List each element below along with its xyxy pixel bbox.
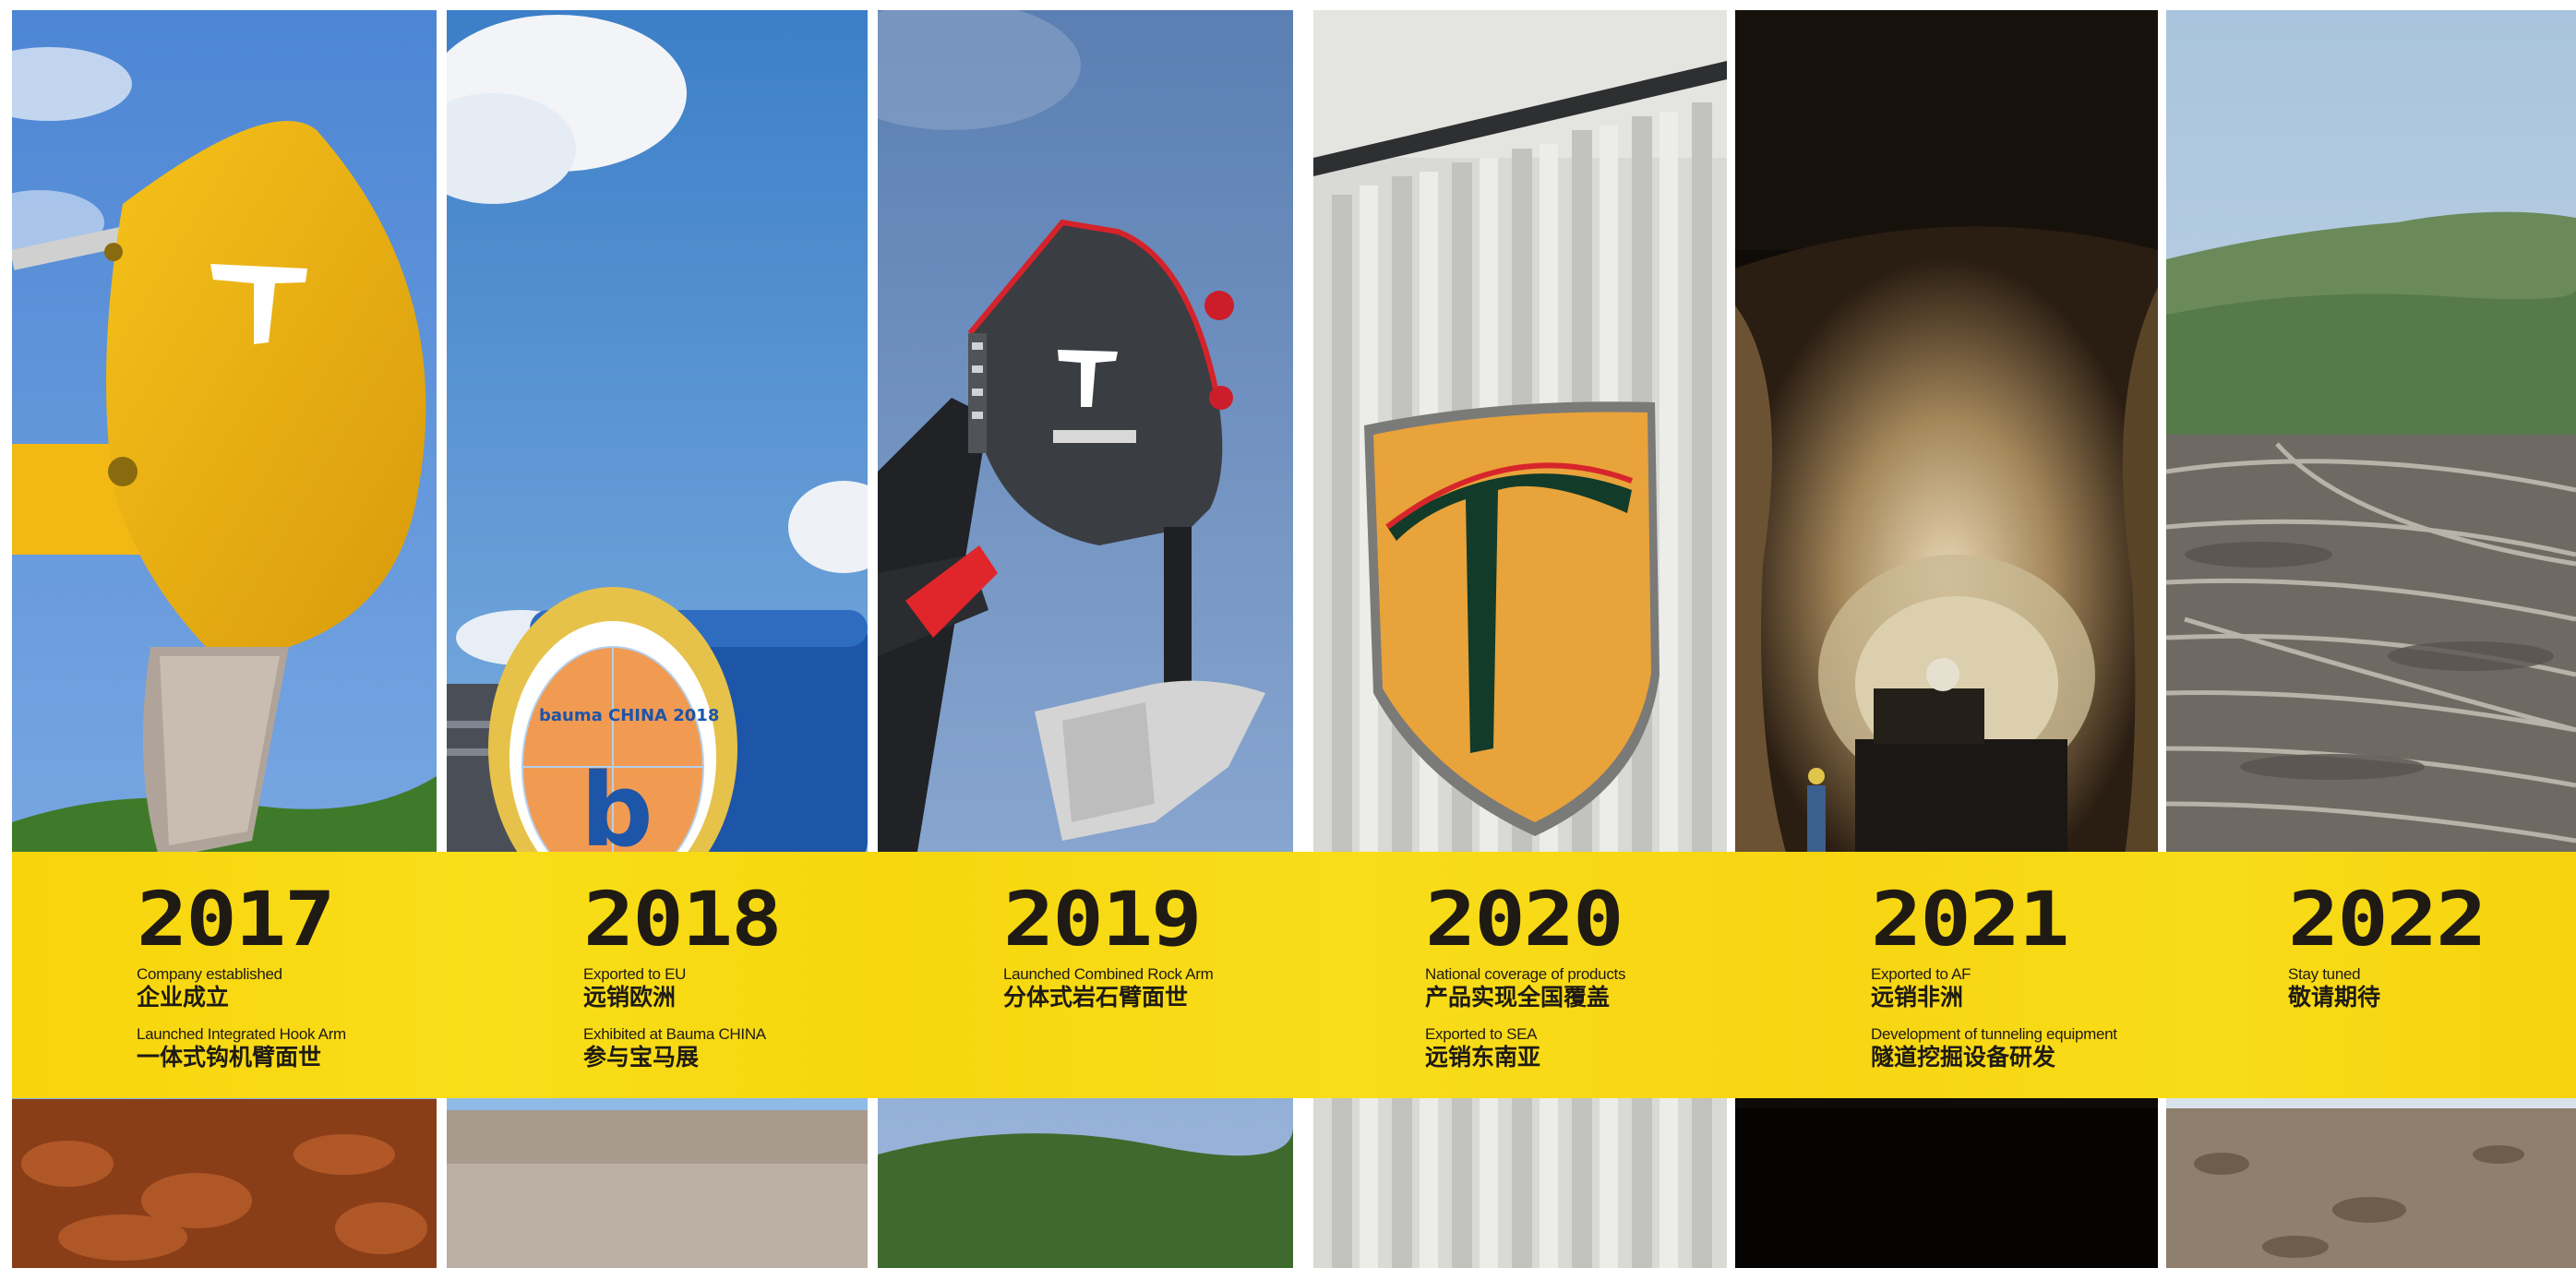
event-zh: 远销欧洲 (583, 984, 677, 1011)
event-en: Exported to EU (583, 965, 687, 983)
year-label: 2019 (1003, 875, 1203, 963)
event-en: Launched Integrated Hook Arm (137, 1025, 346, 1043)
year-label: 2018 (583, 875, 783, 963)
event-en: Exported to SEA (1425, 1025, 1538, 1043)
event-zh: 远销东南亚 (1425, 1044, 1541, 1071)
event-en: Stay tuned (2288, 965, 2361, 983)
year-label: 2022 (2288, 875, 2487, 963)
year-label: 2020 (1425, 875, 1624, 963)
event-en: Company established (137, 965, 282, 983)
event-en: Exported to AF (1871, 965, 1971, 983)
bauma-sign-text: bauma CHINA 2018 (539, 706, 719, 725)
event-zh: 敬请期待 (2288, 984, 2381, 1011)
event-en: National coverage of products (1425, 965, 1626, 983)
event-zh: 一体式钩机臂面世 (137, 1044, 322, 1071)
year-label: 2021 (1871, 875, 2070, 963)
event-zh: 产品实现全国覆盖 (1425, 984, 1611, 1011)
event-zh: 远销非洲 (1871, 984, 1964, 1011)
timeline-stage: bauma CHINA 2018 b 2017 Company establis… (0, 0, 2576, 1268)
event-zh: 参与宝马展 (583, 1044, 700, 1071)
event-zh: 分体式岩石臂面世 (1003, 984, 1189, 1011)
timeline-band: 2017 Company established 企业成立 Launched I… (12, 852, 2576, 1098)
event-zh: 隧道挖掘设备研发 (1871, 1044, 2056, 1071)
event-en: Exhibited at Bauma CHINA (583, 1025, 766, 1043)
event-en: Launched Combined Rock Arm (1003, 965, 1214, 983)
event-en: Development of tunneling equipment (1871, 1025, 2117, 1043)
event-zh: 企业成立 (137, 984, 230, 1011)
year-label: 2017 (137, 875, 336, 963)
